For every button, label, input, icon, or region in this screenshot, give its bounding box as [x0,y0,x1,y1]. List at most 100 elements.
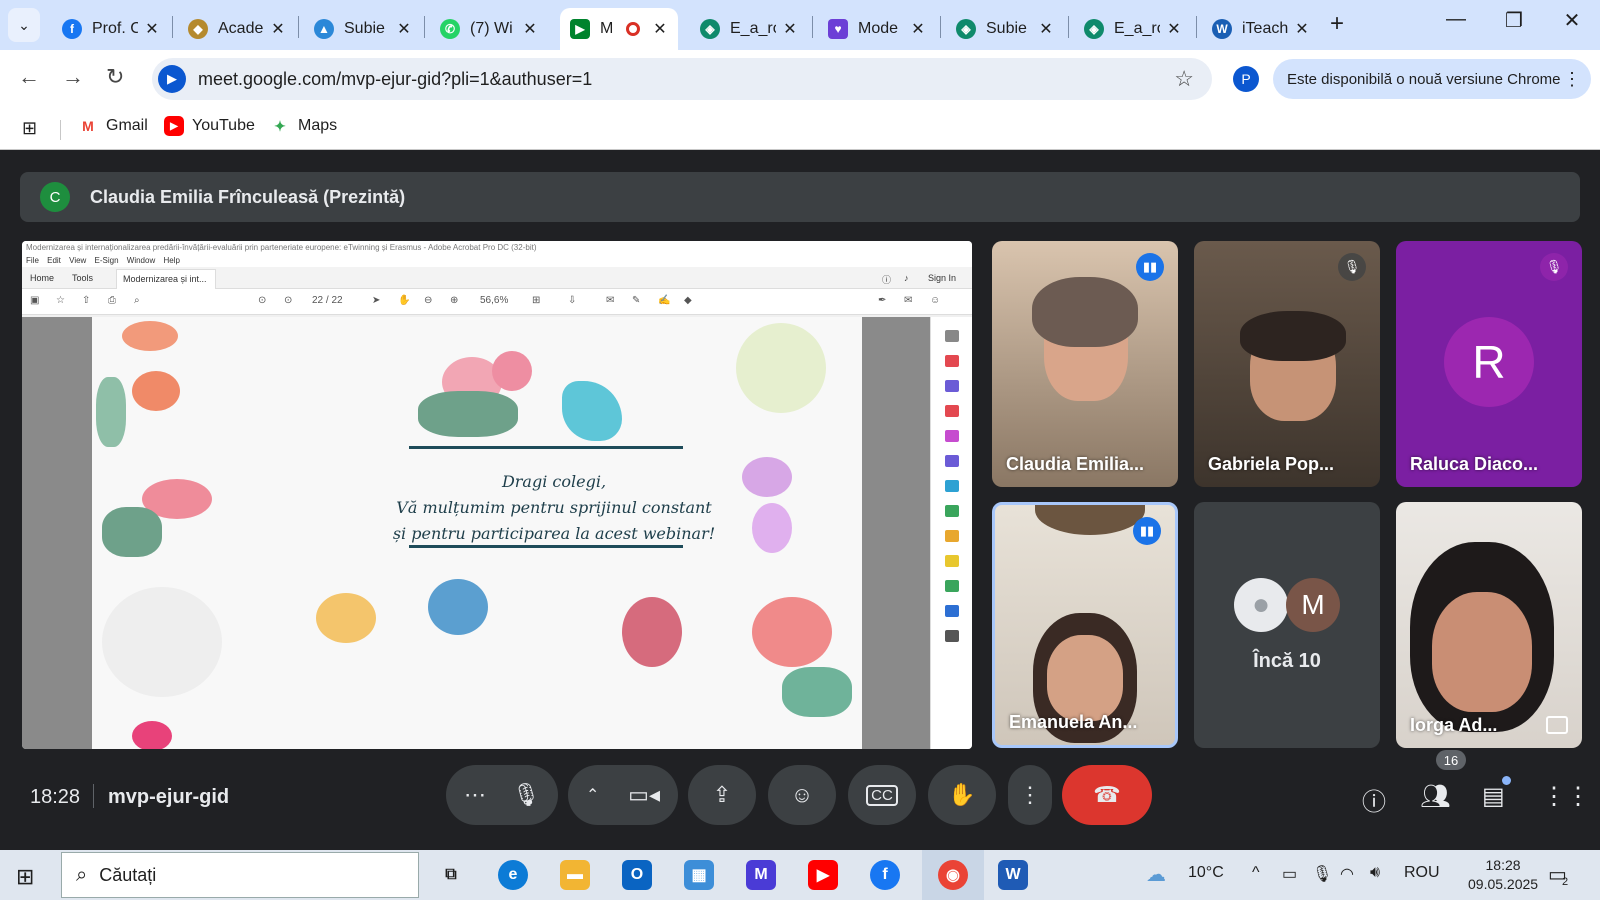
acrobat-menu-bar: File Edit View E-Sign Window Help [22,255,972,267]
bell-icon: ♪ [904,273,909,283]
tab-subiecte[interactable]: ▲ Subie ✕ [304,8,422,50]
video-options-chevron-icon[interactable]: ⌃ [586,785,599,805]
present-screen-button[interactable]: ⇪ [688,765,756,825]
activities-grid-icon[interactable]: ⋮⋮ [1542,782,1590,811]
combine-tool-icon [944,480,959,492]
reload-icon[interactable]: ↻ [106,64,124,90]
cloud-weather-icon[interactable]: ☁ [1146,862,1166,887]
edge-icon[interactable]: e [498,860,528,890]
youtube-app-icon[interactable]: ▶ [808,860,838,890]
participant-tile-gabriela[interactable]: 🎙︎ Gabriela Pop... [1194,241,1380,487]
input-language[interactable]: ROU [1404,864,1440,882]
participant-tile-more[interactable]: ● M Încă 10 [1194,502,1380,748]
microphone-icon[interactable]: 🎙︎ [512,782,540,808]
forward-arrow-icon[interactable]: → [62,64,84,90]
participant-tile-emanuela[interactable]: ▮▮ Emanuela An... [992,502,1178,748]
taskbar-search-box[interactable]: ⌕ Căutați [61,852,419,898]
microsoft-store-icon[interactable]: ▦ [684,860,714,890]
task-view-icon[interactable]: ⧉ [436,860,466,890]
captions-button[interactable]: CC [848,765,916,825]
notes-app-icon[interactable]: M [746,860,776,890]
bookmark-label: Maps [298,117,338,134]
raise-hand-button[interactable]: ✋ [928,765,996,825]
people-icon[interactable]: 👥︎ [1420,782,1450,811]
windows-start-icon[interactable]: ⊞ [16,864,34,890]
profile-avatar[interactable]: P [1233,66,1259,92]
tab-chatgpt-1[interactable]: ◈ E_a_ro ✕ [690,8,808,50]
address-bar[interactable]: ▶ meet.google.com/mvp-ejur-gid?pli=1&aut… [152,58,1212,100]
tab-academy[interactable]: ◆ Acade ✕ [178,8,296,50]
close-tab-icon[interactable]: ✕ [396,19,412,39]
more-vert-icon[interactable]: ⋮ [1563,69,1581,90]
apps-grid-icon[interactable]: ⊞ [22,118,37,139]
back-arrow-icon[interactable]: ← [18,64,40,90]
meet-site-icon[interactable]: ▶ [158,65,186,93]
bookmark-gmail[interactable]: M Gmail [78,116,148,136]
outlook-icon[interactable]: O [622,860,652,890]
participant-avatar: R [1444,317,1534,407]
participant-hair [1240,311,1346,361]
participant-tile-iorga[interactable]: Iorga Ad... [1396,502,1582,748]
close-tab-icon[interactable]: ✕ [1038,19,1054,39]
close-tab-icon[interactable]: ✕ [1166,19,1182,39]
acrobat-sign-in: Sign In [928,273,957,283]
mic-tray-icon[interactable]: 🎙︎ [1312,864,1332,884]
facebook-app-icon[interactable]: f [870,860,900,890]
maps-icon: ✦ [274,117,286,134]
url-text[interactable]: meet.google.com/mvp-ejur-gid?pli=1&authu… [198,69,592,90]
close-tab-icon[interactable]: ✕ [910,19,926,39]
taskbar-clock[interactable]: 18:28 09.05.2025 [1468,856,1538,894]
close-tab-icon[interactable]: ✕ [522,19,538,39]
participant-tile-raluca[interactable]: R 🎙︎ Raluca Diaco... [1396,241,1582,487]
close-window-icon[interactable]: ✕ [1552,8,1592,33]
bookmark-maps[interactable]: ✦ Maps [270,116,337,136]
compress-tool-icon [944,505,959,517]
pip-icon[interactable] [1546,716,1568,734]
meeting-info-icon[interactable]: ⓘ [1362,782,1386,817]
tab-whatsapp[interactable]: ✆ (7) Wi ✕ [430,8,548,50]
tab-google-meet[interactable]: ▶ M ✕ [560,8,678,50]
bookmark-youtube[interactable]: ▶ YouTube [164,116,255,136]
wifi-icon[interactable]: ◠ [1340,864,1354,884]
close-tab-icon[interactable]: ✕ [652,19,668,39]
windows-taskbar: ⊞ ⌕ Căutați ⧉ e ▬ O ▦ M ▶ f ◉ W ☁ 10°C ^… [0,850,1600,900]
close-tab-icon[interactable]: ✕ [1294,19,1310,39]
shared-screen[interactable]: Modernizarea și internaționalizarea pred… [22,241,972,749]
hang-up-icon: ☎ [1093,782,1121,807]
chat-icon[interactable]: ▤ [1482,782,1505,811]
tab-search-chevron-icon[interactable]: ⌄ [8,8,40,42]
new-tab-plus-icon[interactable]: + [1330,10,1344,38]
participant-tile-claudia[interactable]: ▮▮ Claudia Emilia... [992,241,1178,487]
audio-options-icon[interactable]: ⋯ [464,782,486,808]
more-vert-icon: ⋮ [1019,782,1041,807]
close-tab-icon[interactable]: ✕ [782,19,798,39]
battery-icon[interactable]: ▭ [1282,864,1297,884]
chrome-icon[interactable]: ◉ [938,860,968,890]
bookmark-star-icon[interactable]: ☆ [1174,66,1194,92]
camera-icon[interactable]: ▭◂ [628,782,660,808]
file-explorer-icon[interactable]: ▬ [560,860,590,890]
academy-crest-icon: ◆ [188,19,208,39]
tab-iteach[interactable]: W iTeach ✕ [1202,8,1320,50]
chrome-update-button[interactable]: Este disponibilă o nouă versiune Chrome … [1273,59,1591,99]
iteach-icon: W [1212,19,1232,39]
restore-window-icon[interactable]: ❐ [1494,8,1534,33]
emoji-reactions-button[interactable]: ☺ [768,765,836,825]
acrobat-tools-tab: Tools [72,273,94,283]
close-tab-icon[interactable]: ✕ [144,19,160,39]
tab-chatgpt-3[interactable]: ◈ E_a_ro ✕ [1074,8,1192,50]
volume-icon[interactable]: 🔊︎ [1370,864,1380,882]
tab-facebook[interactable]: f Prof. C ✕ [52,8,170,50]
tab-chatgpt-2[interactable]: ◈ Subie ✕ [946,8,1064,50]
tray-chevron-icon[interactable]: ^ [1252,864,1260,882]
save-icon: ▣ [30,295,40,306]
minimize-icon[interactable]: — [1436,8,1476,31]
leave-call-button[interactable]: ☎ [1062,765,1152,825]
gmail-icon: M [82,118,94,134]
tab-mode[interactable]: ♥ Mode ✕ [818,8,936,50]
close-tab-icon[interactable]: ✕ [270,19,286,39]
wall-clock [1035,505,1145,535]
more-options-button[interactable]: ⋮ [1008,765,1052,825]
weather-temp[interactable]: 10°C [1188,864,1224,882]
word-icon[interactable]: W [998,860,1028,890]
